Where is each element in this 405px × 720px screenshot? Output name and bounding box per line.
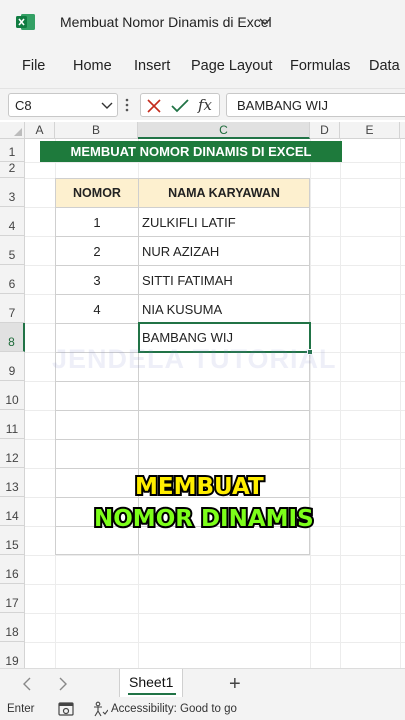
row-header-12[interactable]: 12 (0, 439, 25, 468)
gridline (400, 139, 401, 668)
chevron-right-icon[interactable] (58, 677, 68, 691)
sheet-banner-title[interactable]: MEMBUAT NOMOR DINAMIS DI EXCEL (40, 141, 342, 162)
sheet-tabs-bar: Sheet1 + (0, 668, 405, 698)
column-header-overflow[interactable] (400, 122, 405, 139)
gridline (25, 162, 405, 163)
more-vertical-icon[interactable] (125, 97, 129, 113)
sheet-tab-label: Sheet1 (129, 674, 174, 690)
row-header-3[interactable]: 3 (0, 178, 25, 207)
column-header-b[interactable]: B (55, 122, 138, 139)
table-cell-nomor[interactable]: 3 (55, 265, 139, 295)
name-box-value: C8 (15, 98, 32, 113)
table-cell-empty[interactable] (138, 439, 310, 469)
tab-page-layout[interactable]: Page Layout (191, 58, 272, 74)
row-header-9[interactable]: 9 (0, 352, 25, 381)
excel-logo-icon (16, 14, 35, 30)
column-header-a[interactable]: A (25, 122, 55, 139)
table-cell-nama[interactable]: NUR AZIZAH (138, 236, 310, 266)
insert-function-icon[interactable]: fx (198, 96, 212, 114)
window-title[interactable]: Membuat Nomor Dinamis di Excel (60, 14, 272, 30)
table-cell-nama[interactable]: ZULKIFLI LATIF (138, 207, 310, 237)
table-header-nomor[interactable]: NOMOR (55, 178, 139, 208)
row-header-7[interactable]: 7 (0, 294, 25, 323)
row-header-10[interactable]: 10 (0, 381, 25, 410)
title-bar: Membuat Nomor Dinamis di Excel (0, 0, 405, 44)
table-cell-empty[interactable] (55, 468, 139, 498)
formula-value: BAMBANG WIJ (237, 98, 329, 113)
accessibility-icon[interactable] (92, 701, 108, 717)
row-header-15[interactable]: 15 (0, 526, 25, 555)
gridline (25, 555, 405, 556)
tab-data[interactable]: Data (369, 58, 400, 74)
worksheet-grid[interactable]: A B C D E 1 2 3 4 5 6 7 8 9 10 11 12 13 … (0, 122, 405, 668)
row-header-11[interactable]: 11 (0, 410, 25, 439)
formula-input[interactable]: BAMBANG WIJ (226, 93, 405, 117)
table-cell-empty[interactable] (55, 381, 139, 411)
overlay-caption-line-1: MEMBUAT (133, 472, 266, 502)
table-cell-nomor[interactable]: 2 (55, 236, 139, 266)
chevron-left-icon[interactable] (22, 677, 32, 691)
tab-insert[interactable]: Insert (134, 58, 170, 74)
gridline (25, 642, 405, 643)
row-header-18[interactable]: 18 (0, 613, 25, 642)
chevron-down-icon[interactable] (259, 17, 271, 27)
accessibility-status[interactable]: Accessibility: Good to go (111, 703, 237, 715)
ribbon-tabs: File Home Insert Page Layout Formulas Da… (0, 44, 405, 88)
tab-formulas[interactable]: Formulas (290, 58, 350, 74)
row-header-16[interactable]: 16 (0, 555, 25, 584)
cancel-icon[interactable] (146, 98, 162, 114)
row-header-8[interactable]: 8 (0, 323, 25, 352)
row-header-14[interactable]: 14 (0, 497, 25, 526)
formula-actions: fx (140, 93, 220, 117)
status-mode: Enter (7, 703, 35, 715)
row-header-2[interactable]: 2 (0, 161, 25, 178)
table-cell-empty[interactable] (55, 410, 139, 440)
formula-bar: C8 fx BAMBANG WIJ (0, 88, 405, 120)
table-cell-nama[interactable]: NIA KUSUMA (138, 294, 310, 324)
table-cell-nomor[interactable]: 4 (55, 294, 139, 324)
table-cell-empty[interactable] (55, 439, 139, 469)
gridline (25, 584, 405, 585)
row-header-17[interactable]: 17 (0, 584, 25, 613)
table-cell-nama[interactable]: SITTI FATIMAH (138, 265, 310, 295)
status-bar: Enter Accessibility: Good to go (0, 698, 405, 720)
sheet-tab-sheet1[interactable]: Sheet1 (119, 669, 183, 697)
name-box[interactable]: C8 (8, 93, 118, 117)
row-header-13[interactable]: 13 (0, 468, 25, 497)
select-all-corner[interactable] (0, 122, 25, 139)
row-header-1[interactable]: 1 (0, 139, 25, 162)
watermark: JENDELA TUTORIAL (52, 344, 337, 374)
table-cell-empty[interactable] (138, 410, 310, 440)
add-sheet-button[interactable]: + (229, 673, 241, 696)
tab-home[interactable]: Home (73, 58, 112, 74)
gridline (340, 139, 341, 668)
chevron-down-icon[interactable] (101, 101, 113, 111)
row-header-4[interactable]: 4 (0, 207, 25, 236)
macro-record-icon[interactable] (58, 702, 74, 716)
row-header-5[interactable]: 5 (0, 236, 25, 265)
column-header-d[interactable]: D (310, 122, 340, 139)
select-all-triangle-icon (14, 128, 22, 136)
gridline (310, 139, 311, 668)
column-header-c[interactable]: C (138, 122, 310, 139)
table-header-nama-karyawan[interactable]: NAMA KARYAWAN (138, 178, 310, 208)
overlay-caption-line-2: NOMOR DINAMIS (92, 504, 316, 534)
column-header-e[interactable]: E (340, 122, 400, 139)
row-header-6[interactable]: 6 (0, 265, 25, 294)
tab-file[interactable]: File (22, 58, 45, 74)
table-cell-nomor[interactable]: 1 (55, 207, 139, 237)
table-cell-empty[interactable] (138, 381, 310, 411)
active-tab-indicator (128, 693, 176, 695)
enter-check-icon[interactable] (171, 98, 189, 114)
row-header-19[interactable]: 19 (0, 642, 25, 668)
gridline (25, 613, 405, 614)
